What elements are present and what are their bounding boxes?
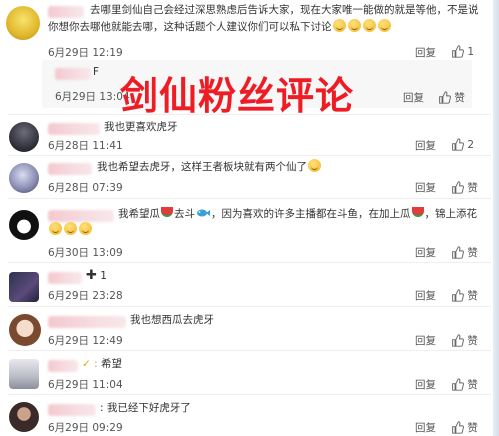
comment-text: 去哪里剑仙自己会经过深思熟虑后告诉大家，现在大家唯一能做的就是等他，不是说 bbox=[90, 4, 479, 16]
watermelon-icon bbox=[411, 207, 424, 217]
thumbs-up-icon bbox=[452, 334, 464, 347]
thumbs-up-icon bbox=[452, 289, 464, 302]
like-button[interactable]: 赞 bbox=[451, 377, 478, 392]
smile-emoji-icon bbox=[332, 19, 346, 32]
colon-mark: : bbox=[94, 358, 98, 370]
like-button[interactable]: 赞 bbox=[438, 90, 465, 105]
reply-button[interactable]: 回复 bbox=[415, 288, 436, 303]
smile-emoji-icon bbox=[362, 19, 376, 32]
username[interactable] bbox=[55, 68, 91, 80]
comment-time: 6月29日 12:19 bbox=[48, 47, 123, 59]
comment-text: F bbox=[93, 66, 100, 78]
comment-time: 6月29日 09:29 bbox=[48, 422, 123, 434]
laugh-emoji-icon bbox=[308, 159, 321, 172]
like-button[interactable]: 赞 bbox=[451, 180, 478, 195]
thumbs-up-icon bbox=[452, 181, 464, 194]
comment-text: 我希望瓜 去斗 ，因为喜欢的许多主播都在斗鱼，在加上瓜 ，锦上添花 bbox=[118, 207, 477, 220]
comment-text: 我也想西瓜去虎牙 bbox=[130, 314, 214, 326]
username[interactable] bbox=[48, 123, 100, 135]
thumbs-up-icon bbox=[439, 91, 451, 104]
comment-time: 6月29日 23:28 bbox=[48, 290, 123, 302]
laugh-emoji-icon bbox=[64, 222, 77, 235]
user-avatar[interactable] bbox=[9, 359, 39, 389]
divider bbox=[8, 262, 491, 263]
user-avatar[interactable] bbox=[9, 314, 41, 346]
like-button[interactable]: 1 bbox=[451, 45, 474, 58]
plus-icon: ✚ bbox=[86, 268, 97, 283]
comment-time: 6月29日 11:04 bbox=[48, 379, 123, 391]
user-avatar[interactable] bbox=[9, 402, 39, 432]
user-avatar[interactable] bbox=[9, 210, 39, 240]
overlay-title: 剑仙粉丝评论 bbox=[120, 74, 355, 118]
comment-time: 6月29日 13:04 bbox=[55, 91, 130, 103]
divider bbox=[8, 350, 491, 351]
username[interactable] bbox=[48, 6, 84, 18]
username[interactable] bbox=[48, 163, 92, 175]
like-button[interactable]: 赞 bbox=[451, 333, 478, 348]
thumbs-up-icon bbox=[452, 138, 464, 151]
check-icon: ✓ bbox=[82, 358, 91, 370]
laugh-emoji-icon bbox=[79, 222, 92, 235]
divider bbox=[8, 198, 491, 199]
comment-text-line2: 你想你去哪他就能去哪，这种话题个人建议你们可以私下讨论 bbox=[48, 19, 392, 35]
divider bbox=[8, 114, 491, 115]
divider bbox=[8, 155, 491, 156]
comment-text: ✓ : 希望 bbox=[82, 358, 123, 370]
comment-emojis bbox=[48, 222, 93, 238]
smile-emoji-icon bbox=[347, 19, 361, 32]
fish-icon bbox=[197, 209, 210, 217]
reply-button[interactable]: 回复 bbox=[415, 245, 436, 260]
comment-text: : 我已经下好虎牙了 bbox=[100, 402, 191, 414]
smile-emoji-icon bbox=[377, 19, 391, 32]
thumbs-up-icon bbox=[452, 421, 464, 434]
username[interactable] bbox=[48, 404, 96, 416]
like-button[interactable]: 2 bbox=[451, 138, 474, 151]
divider bbox=[8, 394, 491, 395]
user-avatar[interactable] bbox=[9, 122, 39, 152]
username[interactable] bbox=[48, 360, 78, 372]
laugh-emoji-icon bbox=[49, 222, 62, 235]
reply-button[interactable]: 回复 bbox=[415, 138, 436, 153]
reply-button[interactable]: 回复 bbox=[403, 90, 424, 105]
reply-button[interactable]: 回复 bbox=[415, 180, 436, 195]
like-button[interactable]: 赞 bbox=[451, 420, 478, 435]
reply-button[interactable]: 回复 bbox=[415, 45, 436, 60]
comment-time: 6月28日 07:39 bbox=[48, 182, 123, 194]
username[interactable] bbox=[48, 316, 126, 328]
thumbs-up-icon bbox=[452, 45, 464, 58]
like-button[interactable]: 赞 bbox=[451, 288, 478, 303]
comment-text: 我也更喜欢虎牙 bbox=[104, 121, 178, 133]
comment-feed: 去哪里剑仙自己会经过深思熟虑后告诉大家，现在大家唯一能做的就是等他，不是说 你想… bbox=[0, 0, 499, 436]
user-avatar[interactable] bbox=[9, 163, 39, 193]
thumbs-up-icon bbox=[452, 246, 464, 259]
comment-text: ✚ 1 bbox=[86, 268, 107, 283]
comment-time: 6月30日 13:09 bbox=[48, 247, 123, 259]
reply-button[interactable]: 回复 bbox=[415, 377, 436, 392]
thumbs-up-icon bbox=[452, 378, 464, 391]
page-edge bbox=[493, 0, 499, 436]
divider bbox=[8, 306, 491, 307]
username[interactable] bbox=[48, 272, 82, 284]
user-avatar[interactable] bbox=[6, 6, 40, 40]
user-avatar[interactable] bbox=[9, 272, 39, 302]
like-button[interactable]: 赞 bbox=[451, 245, 478, 260]
watermelon-icon bbox=[161, 207, 173, 217]
reply-button[interactable]: 回复 bbox=[415, 420, 436, 435]
comment-time: 6月29日 12:49 bbox=[48, 335, 123, 347]
reply-button[interactable]: 回复 bbox=[415, 333, 436, 348]
comment-time: 6月28日 11:41 bbox=[48, 140, 123, 152]
username[interactable] bbox=[48, 210, 114, 222]
comment-text: 我也希望去虎牙，这样王者板块就有两个仙了 bbox=[97, 159, 322, 175]
